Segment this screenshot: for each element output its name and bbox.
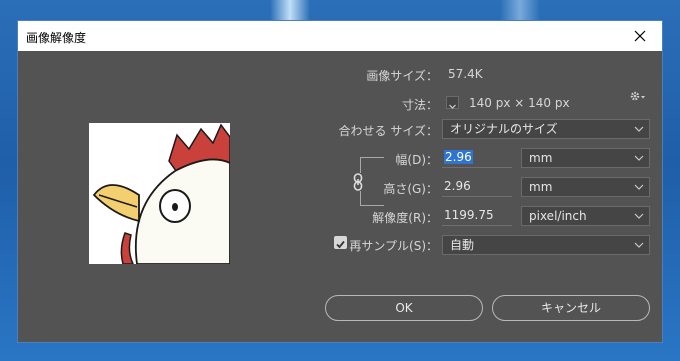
resolution-unit-value: pixel/inch [529,209,587,223]
resample-method-value: 自動 [450,238,475,252]
fit-to-label: 合わせる サイズ： [338,124,438,138]
chevron-down-icon [634,184,644,190]
close-icon [634,30,646,42]
image-size-dialog: 画像解像度 画像サイズ： 57.4K 寸法： 140 px × 140 px 合… [17,20,663,343]
width-unit-value: mm [529,151,553,165]
cancel-button[interactable]: キャンセル [492,295,650,321]
link-bracket-bottom [360,205,384,206]
fit-to-select[interactable]: オリジナルのサイズ [442,119,650,139]
width-value: 2.96 [444,150,473,164]
height-value: 2.96 [444,179,471,193]
chevron-down-icon [449,104,456,109]
dimensions-unit-dropdown[interactable] [446,96,459,109]
chevron-down-icon [634,126,644,132]
chicken-illustration [92,123,230,264]
resolution-input[interactable]: 1199.75 [442,206,512,226]
resolution-unit-select[interactable]: pixel/inch [521,206,650,226]
dimensions-label: 寸法： [401,98,438,112]
dialog-body: 画像サイズ： 57.4K 寸法： 140 px × 140 px 合わせる サイ… [18,51,662,342]
settings-menu[interactable] [630,87,646,106]
resample-label: 再サンプル(S)： [349,239,438,253]
chevron-down-icon [634,213,644,219]
image-preview[interactable] [89,123,230,264]
resolution-label: 解像度(R)： [372,211,438,225]
width-label: 幅(D)： [395,153,438,167]
image-size-value: 57.4K [448,67,483,81]
height-label: 高さ(G)： [383,182,438,196]
window-title: 画像解像度 [26,31,87,45]
gear-icon [630,91,645,101]
fit-to-value: オリジナルのサイズ [450,122,558,136]
height-unit-select[interactable]: mm [521,177,650,197]
width-input[interactable]: 2.96 [442,148,512,168]
ok-button[interactable]: OK [325,295,483,321]
height-input[interactable]: 2.96 [442,177,512,197]
chevron-down-icon [634,242,644,248]
close-button[interactable] [618,21,662,51]
image-size-label: 画像サイズ： [366,69,438,83]
title-bar[interactable]: 画像解像度 [18,21,662,51]
width-unit-select[interactable]: mm [521,148,650,168]
resample-method-select[interactable]: 自動 [442,235,650,255]
chevron-down-icon [634,155,644,161]
dimensions-value: 140 px × 140 px [469,96,570,110]
height-unit-value: mm [529,180,553,194]
resolution-value: 1199.75 [444,208,494,222]
